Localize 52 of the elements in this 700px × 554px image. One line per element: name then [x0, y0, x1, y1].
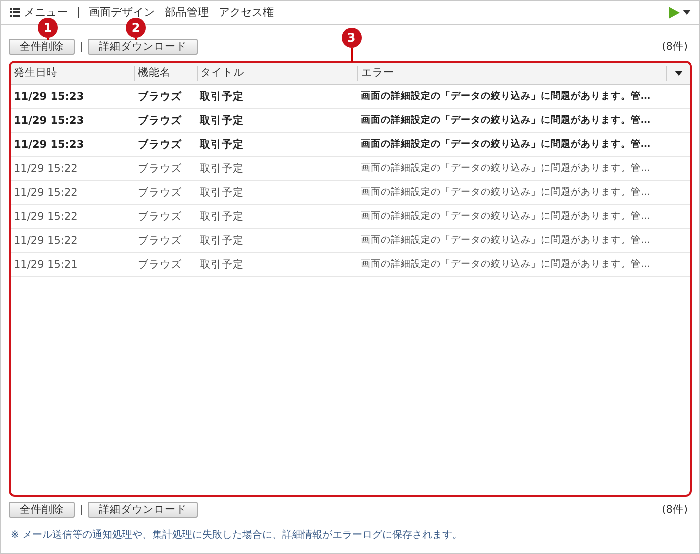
callout-marker: 2: [126, 18, 146, 40]
table-cell-text: 11/29 15:23: [13, 114, 86, 126]
table-cell-text: ブラウズ: [137, 162, 183, 176]
table-cell-text: 11/29 15:22: [13, 162, 79, 174]
nav-link[interactable]: 部品管理: [165, 5, 209, 20]
column-header[interactable]: 発生日時: [11, 66, 134, 81]
record-count: (8件): [662, 502, 688, 516]
table-cell-text: ブラウズ: [137, 90, 183, 104]
caret-icon[interactable]: [683, 10, 691, 15]
delete-all-button[interactable]: 全件削除: [9, 38, 75, 54]
table-cell-text: 取引予定: [199, 114, 245, 128]
note-text: ※ メール送信等の通知処理や、集計処理に失敗した場合に、詳細情報がエラーログに保存されます。: [10, 528, 464, 542]
table-cell-text: ブラウズ: [137, 258, 183, 272]
nav-link[interactable]: アクセス権: [219, 5, 274, 20]
download-button[interactable]: 詳細ダウンロード: [88, 502, 198, 518]
table-cell-text: 画面の詳細設定の「データの絞り込み」に問題があります。管…: [360, 258, 652, 271]
table-cell-text: ブラウズ: [137, 234, 183, 248]
column-header[interactable]: 機能名: [134, 66, 197, 81]
record-count: (8件): [662, 40, 688, 54]
table-cell-text: 取引予定: [199, 210, 245, 224]
table-cell-text: 画面の詳細設定の「データの絞り込み」に問題があります。管…: [360, 186, 652, 199]
table-cell-text: ブラウズ: [137, 210, 183, 224]
table-cell-text: 11/29 15:21: [13, 258, 79, 270]
delete-all-button[interactable]: 全件削除: [9, 502, 75, 518]
table-cell-text: 画面の詳細設定の「データの絞り込み」に問題があります。管…: [360, 114, 652, 127]
nav-link[interactable]: 画面デザイン: [89, 5, 155, 20]
table-cell-text: 画面の詳細設定の「データの絞り込み」に問題があります。管…: [360, 138, 652, 151]
callout-marker: 1: [38, 18, 58, 40]
menu-icon[interactable]: [10, 8, 20, 17]
table-cell-text: 画面の詳細設定の「データの絞り込み」に問題があります。管…: [360, 162, 652, 175]
table-cell-text: 11/29 15:22: [13, 234, 79, 246]
table-cell-text: 取引予定: [199, 162, 245, 176]
table-cell-text: 11/29 15:23: [13, 90, 86, 102]
menu-button[interactable]: メニュー: [10, 5, 68, 20]
table-cell-text: 取引予定: [199, 138, 245, 152]
table-cell-text: 取引予定: [199, 258, 245, 272]
table-cell-text: 取引予定: [199, 90, 245, 104]
table-cell-text: 11/29 15:22: [13, 210, 79, 222]
table-cell-text: 画面の詳細設定の「データの絞り込み」に問題があります。管…: [360, 90, 652, 103]
table-cell-text: 取引予定: [199, 186, 245, 200]
download-button[interactable]: 詳細ダウンロード: [88, 38, 198, 54]
table-cell-text: 11/29 15:23: [13, 138, 86, 150]
caret-icon[interactable]: [674, 71, 682, 76]
table-cell-text: 画面の詳細設定の「データの絞り込み」に問題があります。管…: [360, 210, 652, 223]
table-cell-text: ブラウズ: [137, 186, 183, 200]
table-cell-text: 画面の詳細設定の「データの絞り込み」に問題があります。管…: [360, 234, 652, 247]
table-cell-text: 11/29 15:22: [13, 186, 79, 198]
column-header[interactable]: タイトル: [196, 66, 358, 81]
table-cell-text: ブラウズ: [137, 138, 183, 152]
column-header[interactable]: エラー: [357, 66, 666, 81]
table-cell-text: ブラウズ: [137, 114, 183, 128]
table-cell-text: 取引予定: [199, 234, 245, 248]
